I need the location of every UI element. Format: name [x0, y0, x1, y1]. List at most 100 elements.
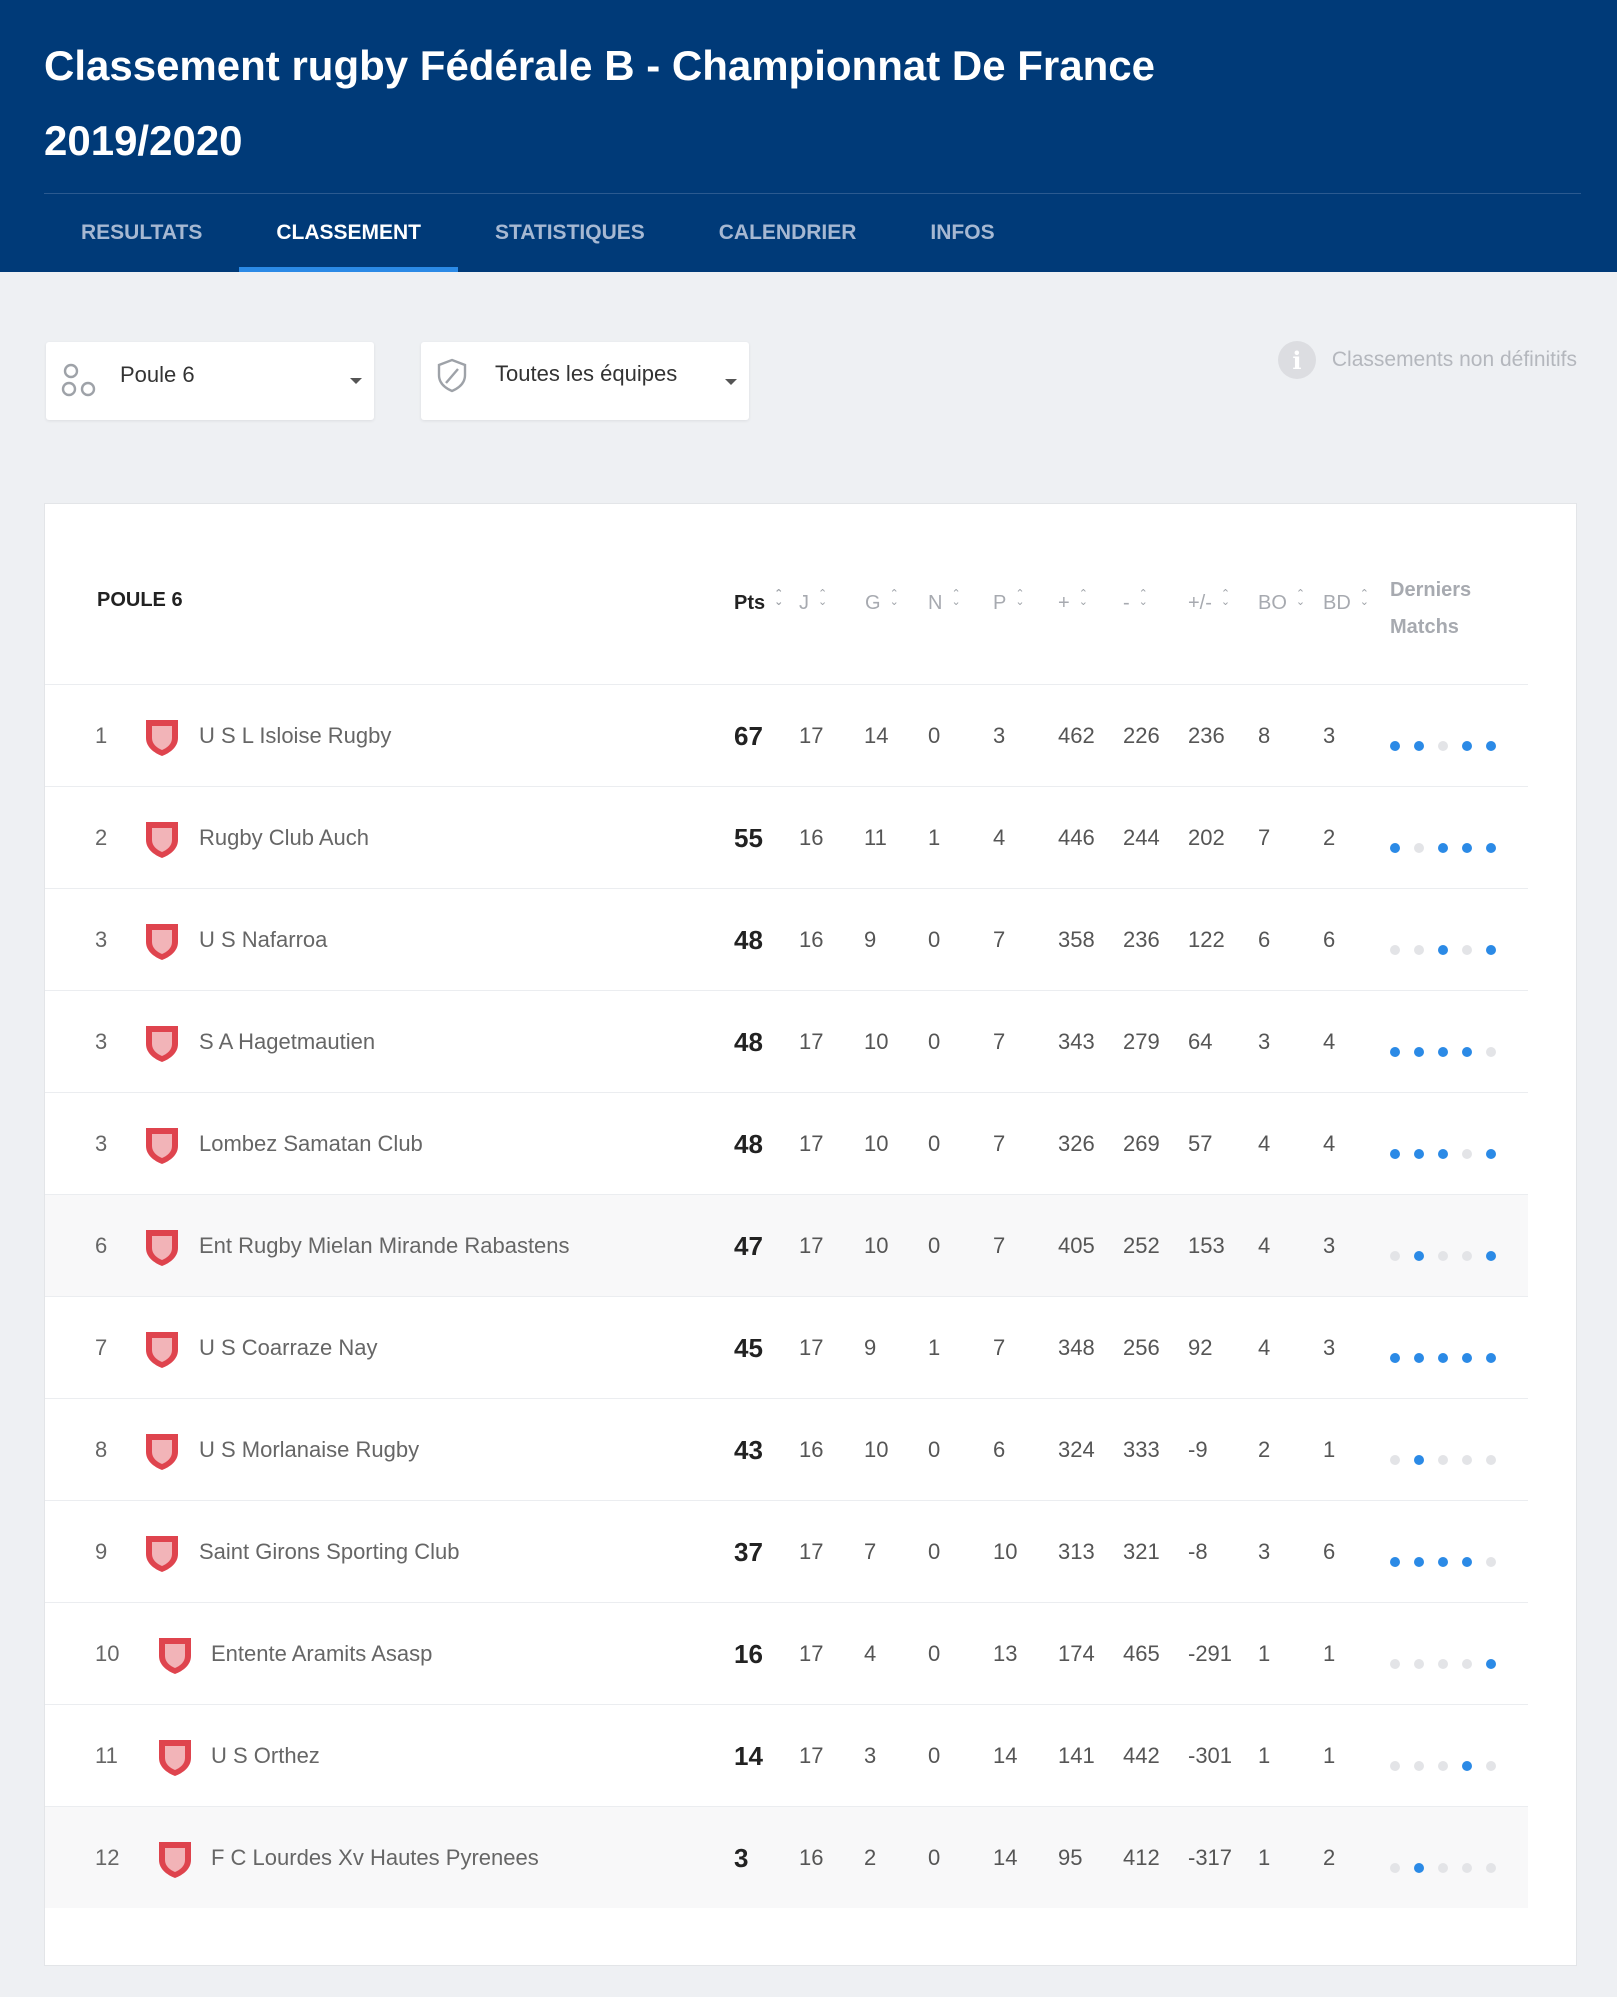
tab-statistiques[interactable]: STATISTIQUES — [458, 194, 682, 272]
stat-g: 3 — [864, 1743, 877, 1768]
team-crest-icon — [159, 1740, 191, 1776]
form-dot-other — [1390, 1863, 1400, 1873]
table-row[interactable]: 6 Ent Rugby Mielan Mirande Rabastens 47 17 1… — [45, 1194, 1528, 1296]
team-name[interactable]: Rugby Club Auch — [199, 787, 369, 889]
stat-diff: -9 — [1188, 1437, 1208, 1462]
stat-bo: 4 — [1258, 1233, 1271, 1258]
stat-n: 1 — [928, 825, 941, 850]
stat-minus: 252 — [1123, 1233, 1160, 1258]
tab-resultats[interactable]: RESULTATS — [44, 194, 239, 272]
column-header-p[interactable]: P ⌃ ⌄ — [993, 589, 1025, 615]
table-row[interactable]: 11 U S Orthez 14 17 3 0 14 141 442 -301 1 1 — [45, 1704, 1528, 1806]
rank: 6 — [95, 1233, 108, 1258]
team-select[interactable]: Toutes les équipes — [421, 342, 749, 420]
stat-diff: -291 — [1188, 1641, 1233, 1666]
stat-bo: 1 — [1258, 1641, 1271, 1666]
stat-bd: 6 — [1323, 1539, 1336, 1564]
form-dot-win — [1414, 1455, 1424, 1465]
page-header: Classement rugby Fédérale B - Championna… — [0, 0, 1617, 272]
stat-p: 7 — [993, 1029, 1006, 1054]
table-row[interactable]: 3 U S Nafarroa 48 16 9 0 7 358 236 122 6 6 — [45, 888, 1528, 990]
stat-n: 0 — [928, 1641, 941, 1666]
rank: 3 — [95, 1029, 108, 1054]
form-dot-win — [1462, 741, 1472, 751]
stat-j: 17 — [799, 723, 824, 748]
stat-j: 17 — [799, 1641, 824, 1666]
stat-g: 7 — [864, 1539, 877, 1564]
form-dot-other — [1486, 1863, 1496, 1873]
table-row[interactable]: 2 Rugby Club Auch 55 16 11 1 4 446 244 202 7 2 — [45, 786, 1528, 888]
form-dot-win — [1486, 1251, 1496, 1261]
team-crest-icon — [146, 1332, 178, 1368]
column-header-minus[interactable]: - ⌃ ⌄ — [1123, 589, 1148, 615]
table-row[interactable]: 9 Saint Girons Sporting Club 37 17 7 0 10 313 32… — [45, 1500, 1528, 1602]
form-dot-win — [1462, 1353, 1472, 1363]
stat-minus: 412 — [1123, 1845, 1160, 1870]
team-crest-icon — [146, 1434, 178, 1470]
stat-pts: 67 — [734, 721, 763, 751]
table-row[interactable]: 1 U S L Isloise Rugby 67 17 14 0 3 462 226 236 8 3 — [45, 684, 1528, 786]
table-row[interactable]: 8 U S Morlanaise Rugby 43 16 10 0 6 324 333 -9 2 1 — [45, 1398, 1528, 1500]
stat-n: 0 — [928, 1539, 941, 1564]
team-name[interactable]: F C Lourdes Xv Hautes Pyrenees — [211, 1807, 539, 1909]
team-name[interactable]: U S Coarraze Nay — [199, 1297, 378, 1399]
table-row[interactable]: 12 F C Lourdes Xv Hautes Pyrenees 3 16 2 0 14 9… — [45, 1806, 1528, 1908]
last-matches-form — [1390, 1251, 1510, 1261]
team-crest-icon — [159, 1638, 191, 1674]
table-row[interactable]: 3 Lombez Samatan Club 48 17 10 0 7 326 269 57 4 4 — [45, 1092, 1528, 1194]
column-header-pts[interactable]: Pts ⌃ ⌄ — [734, 589, 783, 615]
form-dot-other — [1462, 1149, 1472, 1159]
team-name[interactable]: U S Orthez — [211, 1705, 320, 1807]
stat-g: 10 — [864, 1233, 889, 1258]
table-row[interactable]: 7U S Coarraze Nay 45 17 9 1 7 348 256 92 4 3 — [45, 1296, 1528, 1398]
team-name[interactable]: U S Morlanaise Rugby — [199, 1399, 419, 1501]
stat-bd: 1 — [1323, 1641, 1336, 1666]
form-dot-win — [1486, 741, 1496, 751]
pool-select[interactable]: Poule 6 — [46, 342, 374, 420]
form-dot-win — [1414, 1047, 1424, 1057]
rank: 3 — [95, 1131, 108, 1156]
rank: 8 — [95, 1437, 108, 1462]
stat-pts: 16 — [734, 1639, 763, 1669]
tab-classement[interactable]: CLASSEMENT — [239, 194, 458, 272]
pool-title: POULE 6 — [97, 589, 183, 611]
team-name[interactable]: Lombez Samatan Club — [199, 1093, 423, 1195]
column-header-diff[interactable]: +/- ⌃ ⌄ — [1188, 589, 1230, 615]
column-header-bd[interactable]: BD ⌃ ⌄ — [1323, 589, 1369, 615]
form-dot-win — [1390, 843, 1400, 853]
column-header-n[interactable]: N ⌃ ⌄ — [928, 589, 961, 615]
team-name[interactable]: S A Hagetmautien — [199, 991, 375, 1093]
tab-calendrier[interactable]: CALENDRIER — [682, 194, 894, 272]
stat-p: 13 — [993, 1641, 1018, 1666]
team-name[interactable]: U S L Isloise Rugby — [199, 685, 391, 787]
last-matches-form — [1390, 741, 1510, 751]
column-header-j[interactable]: J ⌃ ⌄ — [799, 588, 828, 615]
rank: 3 — [95, 927, 108, 952]
sort-icon: ⌃ ⌄ — [818, 588, 828, 608]
stat-g: 9 — [864, 927, 877, 952]
stat-p: 7 — [993, 1233, 1006, 1258]
stat-g: 10 — [864, 1029, 889, 1054]
stat-g: 10 — [864, 1131, 889, 1156]
team-name[interactable]: Saint Girons Sporting Club — [199, 1501, 459, 1603]
column-header-bo[interactable]: BO ⌃ ⌄ — [1258, 589, 1305, 615]
stat-minus: 465 — [1123, 1641, 1160, 1666]
stat-n: 0 — [928, 1029, 941, 1054]
column-header-plus[interactable]: + ⌃ ⌄ — [1058, 589, 1088, 615]
table-row[interactable]: 10 Entente Aramits Asasp 16 17 4 0 13 174 465 -29… — [45, 1602, 1528, 1704]
column-header-g[interactable]: G ⌃ ⌄ — [865, 589, 899, 615]
stat-plus: 343 — [1058, 1029, 1095, 1054]
form-dot-other — [1390, 1659, 1400, 1669]
form-dot-other — [1414, 1761, 1424, 1771]
tab-infos[interactable]: INFOS — [893, 194, 1031, 272]
form-dot-other — [1414, 945, 1424, 955]
table-row[interactable]: 3 S A Hagetmautien 48 17 10 0 7 343 279 64 3 4 — [45, 990, 1528, 1092]
team-name[interactable]: Ent Rugby Mielan Mirande Rabastens — [199, 1195, 570, 1297]
form-dot-other — [1414, 1659, 1424, 1669]
form-dot-other — [1462, 1455, 1472, 1465]
form-dot-win — [1438, 1557, 1448, 1567]
team-name[interactable]: Entente Aramits Asasp — [211, 1603, 432, 1705]
team-name[interactable]: U S Nafarroa — [199, 889, 327, 991]
stat-pts: 48 — [734, 1027, 763, 1057]
form-dot-other — [1462, 1863, 1472, 1873]
